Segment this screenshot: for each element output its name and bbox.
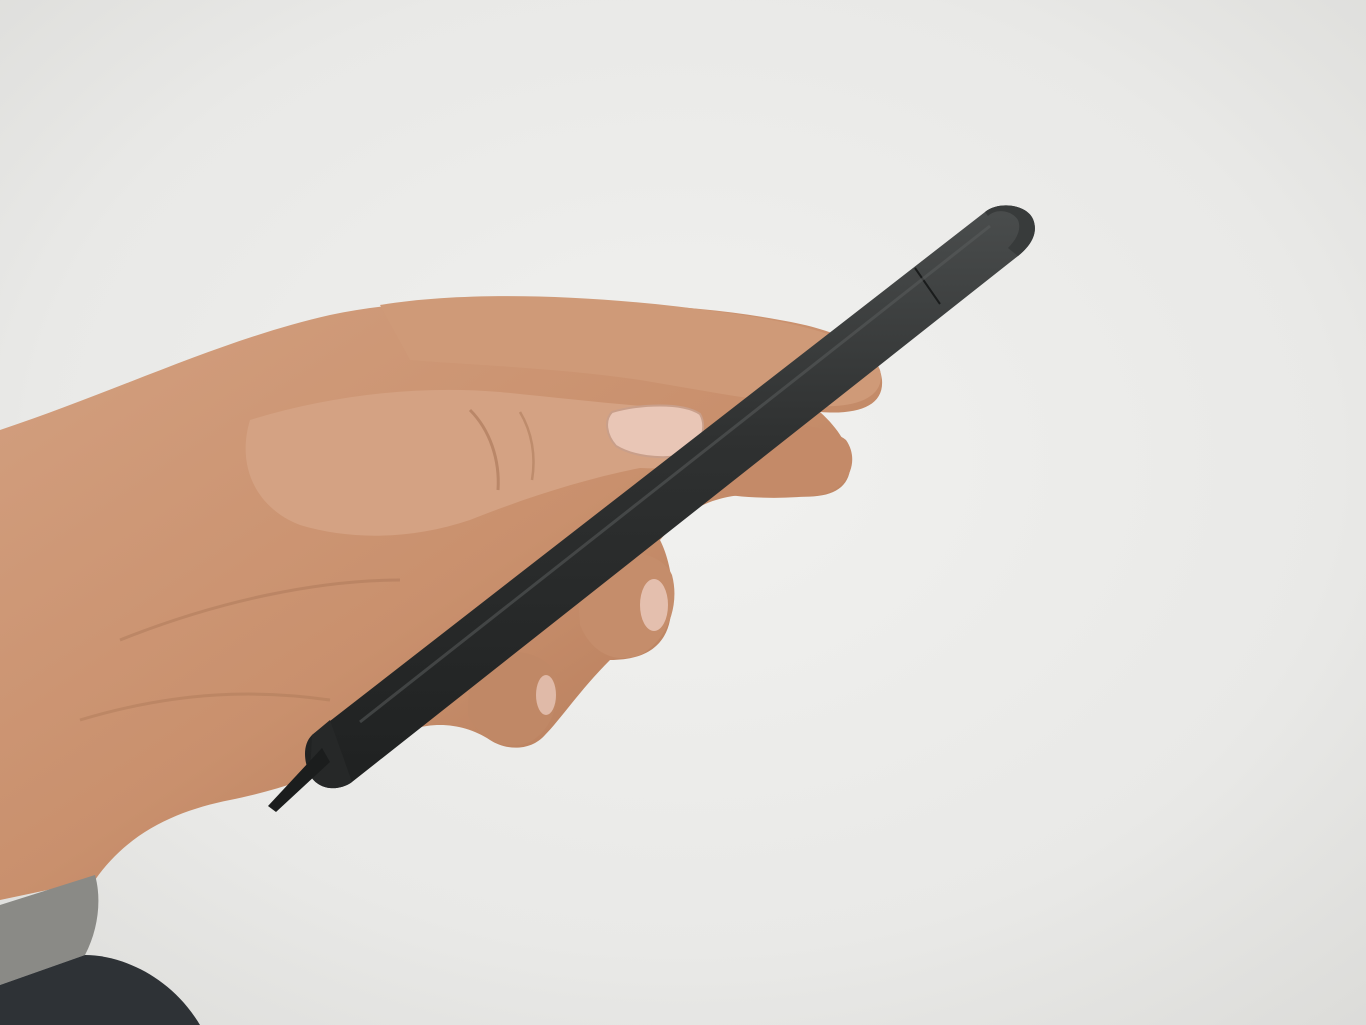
photo-scene: [0, 0, 1366, 1025]
photo-hand-holding-stylus: [0, 0, 1366, 1025]
little-fingernail: [536, 675, 556, 715]
ring-fingernail: [640, 579, 668, 631]
